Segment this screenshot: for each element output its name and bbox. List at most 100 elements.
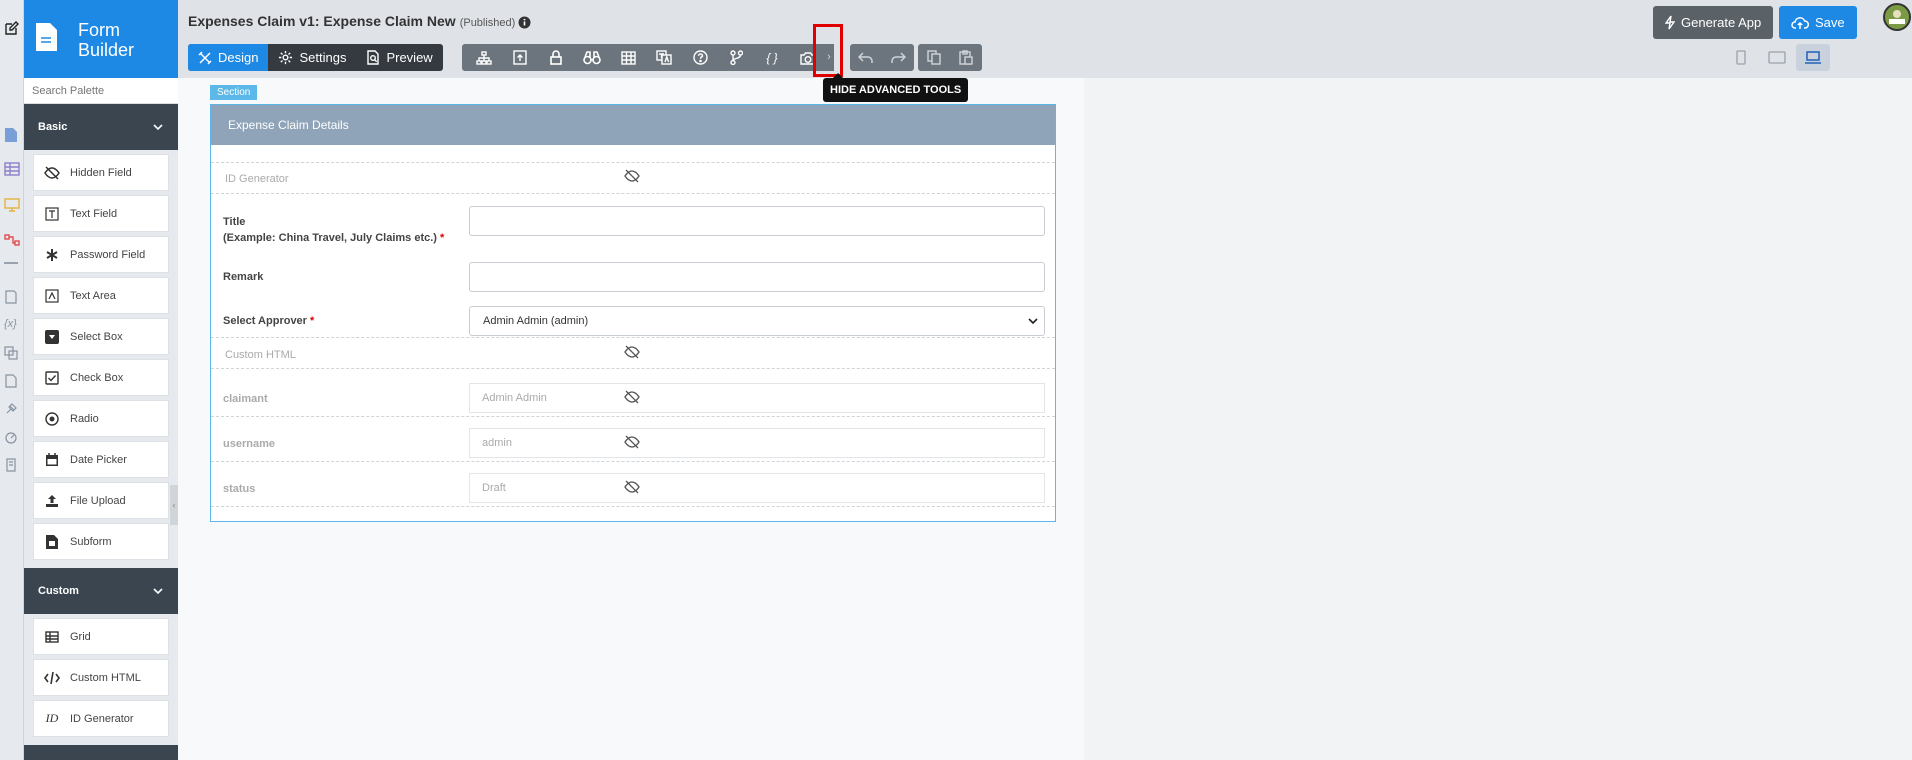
palette-item-text-field[interactable]: Text Field [33,195,169,232]
table-tool[interactable] [610,44,646,71]
cloud-upload-icon [1791,16,1809,30]
edit-icon[interactable] [4,20,20,36]
palette-search-input[interactable] [24,78,178,104]
form-icon[interactable] [4,127,20,143]
palette-item-label: Password Field [70,248,146,261]
copy-button[interactable] [918,44,950,71]
claimant-label: claimant [223,393,268,405]
undo-button[interactable] [850,44,882,71]
calendar-icon [44,452,60,468]
palette-item-hidden-field[interactable]: Hidden Field [33,154,169,191]
palette-item-id-generator[interactable]: ID ID Generator [33,700,169,737]
approver-select[interactable]: Admin Admin (admin) [469,306,1045,336]
desktop-view-button[interactable] [1796,44,1830,71]
branch-tool[interactable] [718,44,754,71]
generate-app-button[interactable]: Generate App [1653,6,1774,39]
generate-app-label: Generate App [1681,15,1762,30]
rail-divider [4,262,18,264]
plugin-icon[interactable] [4,402,20,418]
tablet-icon [1768,51,1786,64]
table-icon [620,50,636,65]
approver-value: Admin Admin (admin) [483,315,589,327]
palette-item-text-area[interactable]: Text Area [33,277,169,314]
braces-tool[interactable]: { } [754,44,790,71]
text-area-icon [44,288,60,304]
design-icon [198,50,212,65]
file-icon[interactable] [4,374,20,390]
variables-icon[interactable]: {x} [4,318,20,334]
category-basic-label: Basic [38,121,68,133]
palette-collapse-handle[interactable]: ‹ [170,485,178,525]
redo-button[interactable] [882,44,914,71]
preview-button[interactable]: Preview [356,44,442,71]
paste-button[interactable] [950,44,982,71]
settings-button[interactable]: Settings [268,44,356,71]
process-icon[interactable] [4,233,20,249]
row-divider [211,461,1055,462]
palette-item-radio[interactable]: Radio [33,400,169,437]
username-input[interactable]: admin [469,428,1045,458]
id-generator-label: ID Generator [225,173,289,185]
top-toolbar: Expenses Claim v1: Expense Claim New (Pub… [178,0,1912,102]
document-icon [34,22,58,52]
lock-icon [550,50,562,65]
tree-structure-icon [476,50,492,65]
brand-title: Form Builder [78,20,135,60]
tree-tool[interactable] [466,44,502,71]
eye-slash-icon [624,435,640,449]
subform-icon [44,534,60,550]
design-label: Design [218,50,259,65]
userview-icon[interactable] [4,198,20,214]
palette-item-check-box[interactable]: Check Box [33,359,169,396]
properties-icon[interactable] [4,290,20,306]
palette-item-custom-html[interactable]: Custom HTML [33,659,169,696]
palette-item-file-upload[interactable]: File Upload [33,482,169,519]
laptop-icon [1804,51,1822,64]
palette-item-grid[interactable]: Grid [33,618,169,655]
category-custom-label: Custom [38,585,79,597]
category-basic[interactable]: Basic [24,104,178,150]
form-section[interactable]: Expense Claim Details ID Generator Title… [210,104,1056,522]
avatar[interactable] [1883,3,1911,31]
category-more[interactable] [24,745,178,760]
username-label: username [223,438,275,450]
palette-item-select-box[interactable]: Select Box [33,318,169,355]
binoculars-tool[interactable] [574,44,610,71]
data-tool[interactable] [502,44,538,71]
redo-icon [890,51,906,64]
code-icon [44,670,60,686]
claimant-input[interactable]: Admin Admin [469,383,1045,413]
palette-item-subform[interactable]: Subform [33,523,169,560]
translate-icon [656,50,672,65]
row-divider [211,368,1055,369]
palette-item-label: Check Box [70,371,124,384]
performance-icon[interactable] [4,430,20,446]
logs-icon[interactable] [4,458,20,474]
mobile-view-button[interactable] [1724,44,1758,71]
eye-slash-icon [624,480,640,494]
checkbox-icon [44,370,60,386]
palette-item-password-field[interactable]: Password Field [33,236,169,273]
translate-tool[interactable] [646,44,682,71]
tablet-view-button[interactable] [1760,44,1794,71]
undo-icon [858,51,874,64]
info-icon[interactable] [518,16,531,29]
title-input[interactable] [469,206,1045,236]
section-tag[interactable]: Section [210,85,258,100]
datalist-icon[interactable] [4,162,20,178]
save-button[interactable]: Save [1779,6,1857,39]
braces-icon: { } [766,50,778,65]
row-divider [211,193,1055,194]
form-builder-brand: Form Builder [24,0,178,78]
palette-item-date-picker[interactable]: Date Picker [33,441,169,478]
design-button[interactable]: Design [188,44,269,71]
help-tool[interactable] [682,44,718,71]
category-custom[interactable]: Custom [24,568,178,614]
remark-input[interactable] [469,262,1045,292]
chevron-down-icon [152,121,164,133]
tooltip: HIDE ADVANCED TOOLS [823,73,969,102]
status-input[interactable]: Draft [469,473,1045,503]
copy-icon[interactable] [4,346,20,362]
publish-status: (Published) [459,17,516,29]
permission-tool[interactable] [538,44,574,71]
